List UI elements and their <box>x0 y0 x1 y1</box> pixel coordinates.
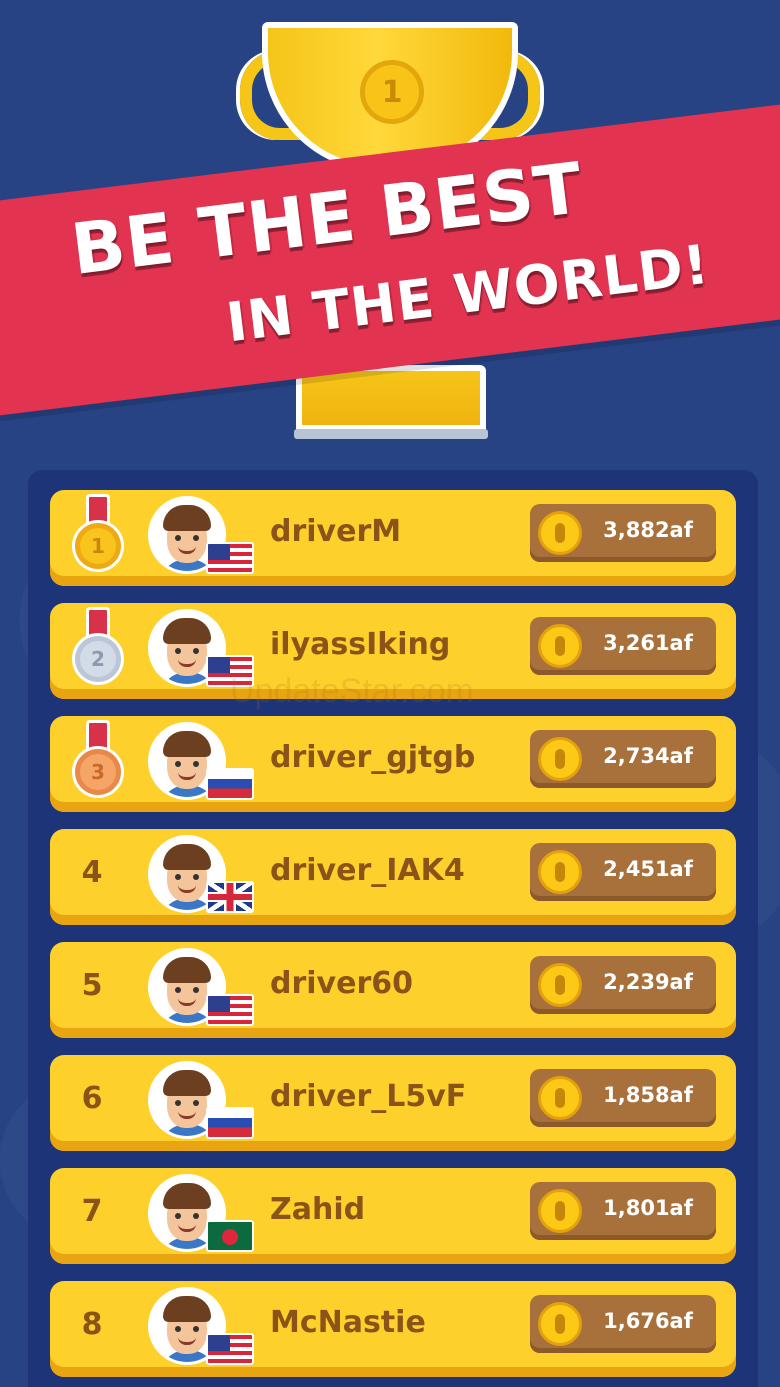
watermark-text: UpdateStar.com <box>230 672 474 710</box>
score-box: 2,734af <box>530 730 716 788</box>
score-value: 1,858af <box>603 1083 693 1107</box>
flag-ru-icon <box>206 1107 254 1139</box>
score-value: 1,801af <box>603 1196 693 1220</box>
rank-number: 8 <box>81 1307 103 1342</box>
coin-icon <box>538 624 582 668</box>
leaderboard-row[interactable]: 6 driver_L5vF 1,858af <box>50 1055 736 1151</box>
medal-rank: 3 <box>72 746 124 798</box>
gold-medal-icon: 1 <box>70 494 126 578</box>
rank-number: 5 <box>81 968 103 1003</box>
score-box: 3,882af <box>530 504 716 562</box>
score-box: 1,676af <box>530 1295 716 1353</box>
coin-icon <box>538 963 582 1007</box>
player-name: driver60 <box>270 966 413 1001</box>
rank-number: 4 <box>81 855 103 890</box>
flag-ru-icon <box>206 768 254 800</box>
flag-bd-icon <box>206 1220 254 1252</box>
coin-icon <box>538 737 582 781</box>
avatar-hair <box>163 1070 211 1096</box>
leaderboard-row[interactable]: 3 driver_gjtgb 2,734af <box>50 716 736 812</box>
score-value: 3,261af <box>603 631 693 655</box>
score-box: 2,239af <box>530 956 716 1014</box>
avatar-hair <box>163 505 211 531</box>
leaderboard-row[interactable]: 5 driver60 2,239af <box>50 942 736 1038</box>
score-value: 3,882af <box>603 518 693 542</box>
score-value: 1,676af <box>603 1309 693 1333</box>
score-box: 1,801af <box>530 1182 716 1240</box>
medal-rank: 1 <box>72 520 124 572</box>
avatar-eyes <box>175 1100 199 1106</box>
leaderboard-row[interactable]: 7 Zahid 1,801af <box>50 1168 736 1264</box>
flag-us-icon <box>206 994 254 1026</box>
avatar-eyes <box>175 1213 199 1219</box>
avatar-hair <box>163 618 211 644</box>
avatar-hair <box>163 957 211 983</box>
score-value: 2,239af <box>603 970 693 994</box>
avatar-eyes <box>175 761 199 767</box>
score-box: 3,261af <box>530 617 716 675</box>
flag-gb-icon <box>206 881 254 913</box>
rank-number: 7 <box>81 1194 103 1229</box>
medal-rank: 2 <box>72 633 124 685</box>
flag-us-icon <box>206 542 254 574</box>
leaderboard-row[interactable]: 4 driver_IAK4 2,451af <box>50 829 736 925</box>
avatar-eyes <box>175 535 199 541</box>
player-name: McNastie <box>270 1305 426 1340</box>
score-value: 2,734af <box>603 744 693 768</box>
coin-icon <box>538 1189 582 1233</box>
flag-us-icon <box>206 1333 254 1365</box>
silver-medal-icon: 2 <box>70 607 126 691</box>
score-box: 2,451af <box>530 843 716 901</box>
score-box: 1,858af <box>530 1069 716 1127</box>
player-name: driver_L5vF <box>270 1079 467 1114</box>
player-name: Zahid <box>270 1192 366 1227</box>
player-name: driver_gjtgb <box>270 740 476 775</box>
avatar-hair <box>163 1183 211 1209</box>
trophy-base <box>294 365 488 439</box>
player-name: driverM <box>270 514 402 549</box>
coin-icon <box>538 850 582 894</box>
coin-icon <box>538 511 582 555</box>
avatar-eyes <box>175 1326 199 1332</box>
score-value: 2,451af <box>603 857 693 881</box>
leaderboard-row[interactable]: 1 driverM 3,882af <box>50 490 736 586</box>
player-name: driver_IAK4 <box>270 853 465 888</box>
player-name: ilyassIking <box>270 627 451 662</box>
avatar-eyes <box>175 987 199 993</box>
coin-icon <box>538 1302 582 1346</box>
avatar-eyes <box>175 648 199 654</box>
avatar-hair <box>163 844 211 870</box>
avatar-hair <box>163 731 211 757</box>
bronze-medal-icon: 3 <box>70 720 126 804</box>
leaderboard-row[interactable]: 8 McNastie 1,676af <box>50 1281 736 1377</box>
rank-number: 6 <box>81 1081 103 1116</box>
coin-icon <box>538 1076 582 1120</box>
avatar-eyes <box>175 874 199 880</box>
trophy-badge: 1 <box>360 60 424 124</box>
avatar-hair <box>163 1296 211 1322</box>
